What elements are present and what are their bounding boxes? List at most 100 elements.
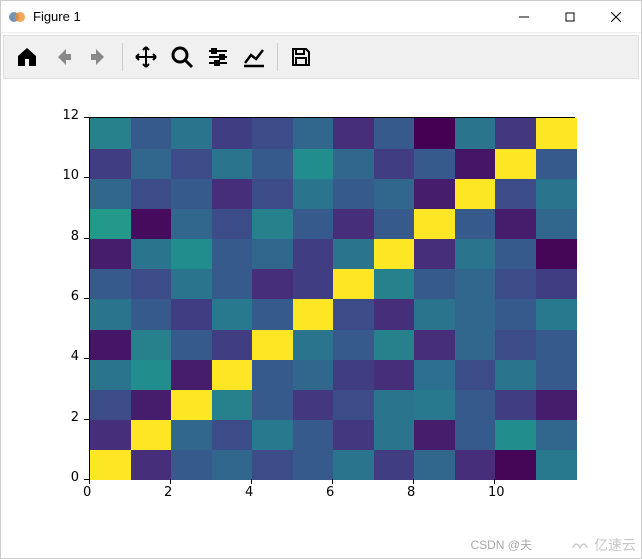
heatmap-cell bbox=[333, 420, 374, 451]
heatmap-cell bbox=[374, 269, 415, 300]
heatmap-cell bbox=[171, 178, 212, 209]
heatmap-cell bbox=[212, 390, 253, 421]
heatmap-cell bbox=[536, 118, 577, 149]
heatmap-cell bbox=[212, 209, 253, 240]
heatmap-cell bbox=[252, 209, 293, 240]
heatmap-cell bbox=[414, 420, 455, 451]
y-tick-label: 0 bbox=[71, 470, 79, 485]
heatmap-cell bbox=[414, 269, 455, 300]
heatmap-cell bbox=[212, 239, 253, 270]
heatmap-cell bbox=[293, 420, 334, 451]
heatmap-cell bbox=[455, 359, 496, 390]
heatmap-cell bbox=[414, 450, 455, 481]
minimize-button[interactable] bbox=[501, 2, 547, 32]
yisu-watermark-text: 亿速云 bbox=[594, 535, 636, 555]
zoom-button[interactable] bbox=[165, 40, 199, 74]
heatmap-cell bbox=[252, 420, 293, 451]
heatmap-cell bbox=[252, 329, 293, 360]
save-button[interactable] bbox=[284, 40, 318, 74]
heatmap-cell bbox=[131, 239, 172, 270]
x-tick-label: 4 bbox=[245, 485, 253, 500]
heatmap-cell bbox=[212, 420, 253, 451]
heatmap-cell bbox=[131, 209, 172, 240]
heatmap-cell bbox=[131, 118, 172, 149]
heatmap-cell bbox=[90, 390, 131, 421]
yisu-watermark: 亿速云 bbox=[569, 535, 636, 555]
heatmap-cell bbox=[293, 390, 334, 421]
heatmap-cell bbox=[374, 118, 415, 149]
heatmap-cell bbox=[455, 269, 496, 300]
heatmap-cell bbox=[495, 118, 536, 149]
heatmap-cell bbox=[131, 420, 172, 451]
heatmap-cell bbox=[414, 359, 455, 390]
back-button[interactable] bbox=[46, 40, 80, 74]
x-tick-label: 8 bbox=[407, 485, 415, 500]
x-tick-label: 6 bbox=[326, 485, 334, 500]
heatmap-cell bbox=[455, 118, 496, 149]
heatmap-cell bbox=[131, 148, 172, 179]
heatmap-cell bbox=[171, 390, 212, 421]
heatmap-cell bbox=[455, 178, 496, 209]
plot-area[interactable]: 0246810024681012 bbox=[1, 81, 641, 558]
heatmap-cell bbox=[536, 420, 577, 451]
pan-button[interactable] bbox=[129, 40, 163, 74]
heatmap-cell bbox=[171, 118, 212, 149]
heatmap-cell bbox=[455, 209, 496, 240]
heatmap-cell bbox=[90, 299, 131, 330]
home-button[interactable] bbox=[10, 40, 44, 74]
heatmap-cell bbox=[293, 359, 334, 390]
heatmap-cell bbox=[90, 209, 131, 240]
forward-button[interactable] bbox=[82, 40, 116, 74]
heatmap-cell bbox=[536, 209, 577, 240]
edit-axis-button[interactable] bbox=[237, 40, 271, 74]
heatmap-cell bbox=[455, 239, 496, 270]
heatmap-cell bbox=[414, 390, 455, 421]
heatmap-cell bbox=[455, 148, 496, 179]
heatmap-cell bbox=[455, 299, 496, 330]
heatmap-cell bbox=[90, 450, 131, 481]
close-button[interactable] bbox=[593, 2, 639, 32]
heatmap-cell bbox=[414, 118, 455, 149]
heatmap-cell bbox=[252, 359, 293, 390]
heatmap-cell bbox=[171, 450, 212, 481]
heatmap-cell bbox=[293, 209, 334, 240]
heatmap-cell bbox=[536, 450, 577, 481]
heatmap-cell bbox=[212, 450, 253, 481]
heatmap-cell bbox=[293, 329, 334, 360]
heatmap-cell bbox=[455, 450, 496, 481]
heatmap-cell bbox=[131, 390, 172, 421]
heatmap-cell bbox=[90, 329, 131, 360]
heatmap-cell bbox=[333, 209, 374, 240]
maximize-button[interactable] bbox=[547, 2, 593, 32]
heatmap-cell bbox=[333, 148, 374, 179]
y-tick-label: 8 bbox=[71, 229, 79, 244]
y-tick-label: 2 bbox=[71, 410, 79, 425]
heatmap-cell bbox=[252, 178, 293, 209]
heatmap-cell bbox=[414, 209, 455, 240]
heatmap-cell bbox=[293, 269, 334, 300]
heatmap-cell bbox=[131, 178, 172, 209]
heatmap-cell bbox=[495, 420, 536, 451]
heatmap-cell bbox=[212, 359, 253, 390]
heatmap-cell bbox=[293, 118, 334, 149]
heatmap-cell bbox=[252, 390, 293, 421]
heatmap-cell bbox=[171, 239, 212, 270]
heatmap-cell bbox=[333, 269, 374, 300]
subplots-button[interactable] bbox=[201, 40, 235, 74]
heatmap-cell bbox=[495, 329, 536, 360]
heatmap-cell bbox=[495, 239, 536, 270]
heatmap-cell bbox=[374, 390, 415, 421]
window-title: Figure 1 bbox=[33, 9, 501, 24]
heatmap-cell bbox=[536, 269, 577, 300]
heatmap-cell bbox=[414, 329, 455, 360]
heatmap-chart bbox=[89, 117, 575, 479]
app-icon bbox=[9, 9, 25, 25]
heatmap-cell bbox=[536, 359, 577, 390]
heatmap-cell bbox=[333, 239, 374, 270]
heatmap-cell bbox=[90, 239, 131, 270]
heatmap-cell bbox=[171, 329, 212, 360]
heatmap-cell bbox=[374, 329, 415, 360]
y-tick-label: 6 bbox=[71, 289, 79, 304]
heatmap-cell bbox=[455, 329, 496, 360]
toolbar-separator bbox=[122, 43, 123, 71]
